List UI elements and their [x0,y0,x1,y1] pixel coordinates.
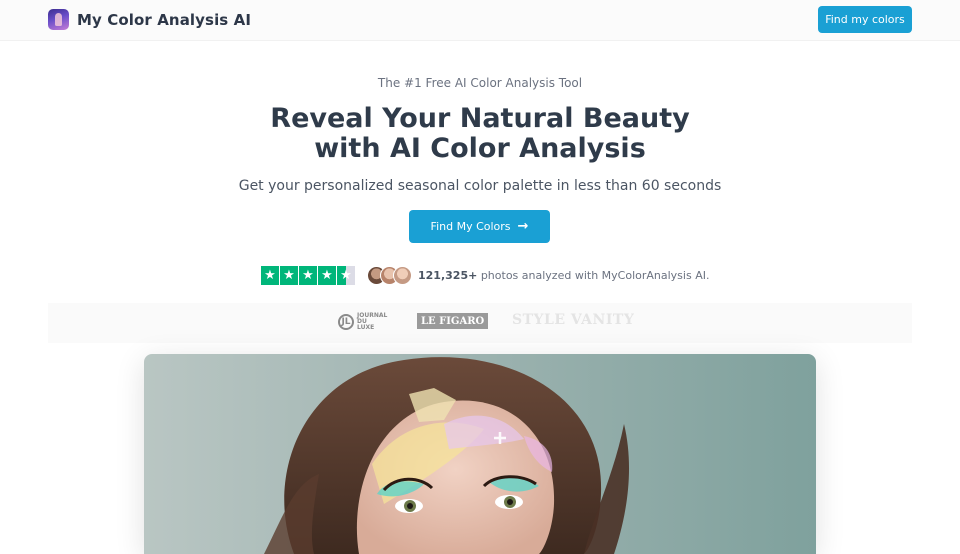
hero-eyebrow: The #1 Free AI Color Analysis Tool [377,76,583,90]
logo-icon [48,9,69,30]
portrait-illustration [144,354,816,554]
site-header: My Color Analysis AI Find my colors [0,0,960,41]
analyzed-count-text: 121,325+ photos analyzed with MyColorAna… [418,269,709,282]
analyzed-count: 121,325+ [418,269,478,282]
cta-label: Find My Colors [430,220,511,233]
le-figaro-logo: LE FIGARO [417,313,489,329]
header-find-colors-button[interactable]: Find my colors [818,6,912,33]
analyzed-label: photos analyzed with MyColorAnalysis AI. [480,269,710,282]
headline-line-1: Reveal Your Natural Beauty [270,103,690,134]
user-avatars [367,266,412,285]
style-vanity-logo: STYLE VANITY [512,312,635,328]
star-icon: ★ [280,266,298,285]
journal-du-luxe-logo: JL JOURNAL DU LUXE [338,313,387,331]
star-icon: ★ [318,266,336,285]
jdl-mark-icon: JL [338,314,354,330]
find-my-colors-button[interactable]: Find My Colors → [409,210,550,243]
social-proof: ★ ★ ★ ★ ★ 121,325+ photos analyzed with … [261,266,709,285]
half-star-icon: ★ [337,266,355,285]
star-icon: ★ [299,266,317,285]
hero-portrait-image [144,354,816,554]
arrow-right-icon: → [517,219,529,234]
brand[interactable]: My Color Analysis AI [48,9,251,30]
hero-headline: Reveal Your Natural Beauty with AI Color… [0,104,960,164]
star-icon: ★ [261,266,279,285]
app-name: My Color Analysis AI [77,10,252,29]
avatar [393,266,412,285]
hero-subheadline: Get your personalized seasonal color pal… [238,178,722,194]
press-logos: JL JOURNAL DU LUXE LE FIGARO STYLE VANIT… [48,303,912,343]
headline-line-2: with AI Color Analysis [314,133,646,164]
star-rating: ★ ★ ★ ★ ★ [261,266,355,285]
